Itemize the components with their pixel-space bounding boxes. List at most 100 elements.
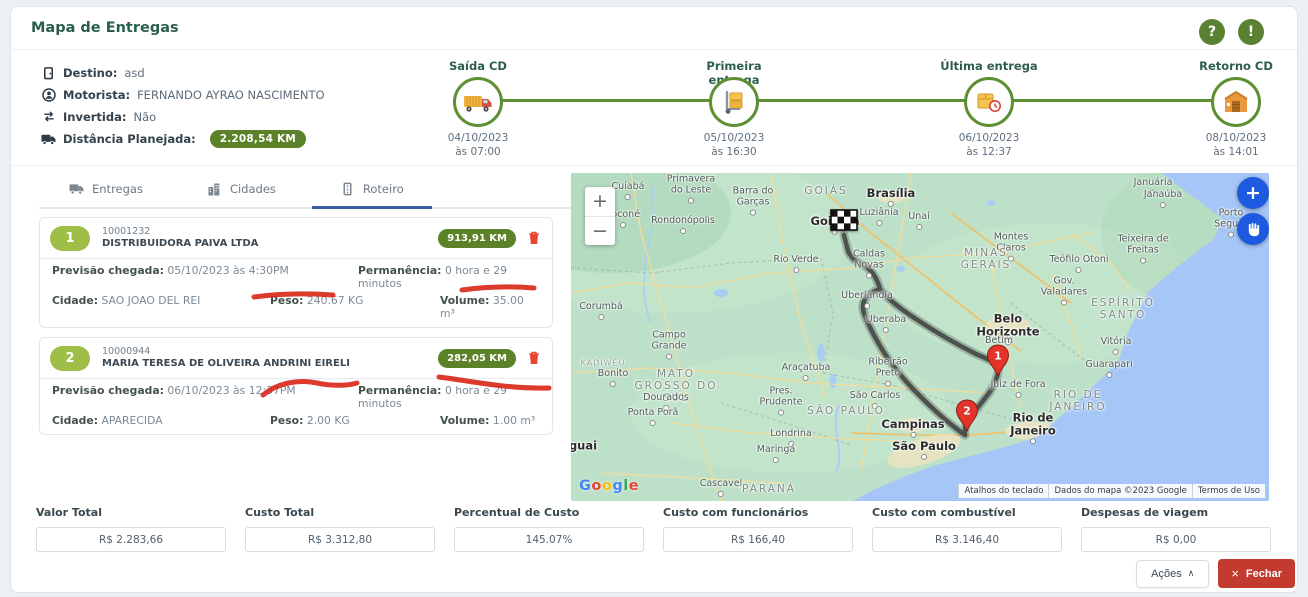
delivery-list: 1 10001232 DISTRIBUIDORA PAIVA LTDA 913,…: [39, 217, 553, 435]
header-actions: ? !: [1199, 19, 1264, 45]
arrival-forecast: Previsão chegada: 06/10/2023 às 12:37PM: [52, 384, 358, 410]
stop-number-badge: 2: [50, 346, 90, 371]
trash-icon: [528, 351, 540, 365]
stat-label: Percentual de Custo: [454, 506, 644, 519]
info-icon: [41, 87, 56, 102]
stay-duration: Permanência: 0 hora e 29 minutos: [358, 384, 540, 410]
tab-label: Cidades: [230, 182, 276, 196]
stat-value: R$ 3.312,80: [245, 527, 435, 552]
delivery-card: 1 10001232 DISTRIBUIDORA PAIVA LTDA 913,…: [39, 217, 553, 328]
left-tabbar: Entregas Cidades Roteiro: [39, 175, 601, 209]
timeline-step-circle: [709, 77, 759, 127]
info-icon: [41, 131, 56, 146]
timeline-time: às 07:00: [423, 145, 533, 159]
help-button[interactable]: ?: [1199, 19, 1225, 45]
trip-info-row: Destino: asd: [41, 65, 325, 80]
warehouse-icon: [1223, 89, 1249, 115]
stat-value: R$ 166,40: [663, 527, 853, 552]
map-terrain: [571, 173, 1269, 501]
google-logo-letter: G: [579, 478, 591, 494]
stop-number-badge: 1: [50, 226, 90, 251]
distance-badge: 2.208,54 KM: [210, 130, 306, 148]
stat-value: R$ 3.146,40: [872, 527, 1062, 552]
stat-label: Custo Total: [245, 506, 435, 519]
trash-icon: [528, 231, 540, 245]
timeline-step-circle: [964, 77, 1014, 127]
trip-info-row: Motorista: FERNANDO AYRAO NASCIMENTO: [41, 87, 325, 102]
route-start-flag-marker[interactable]: [830, 209, 858, 237]
close-button[interactable]: × Fechar: [1218, 559, 1295, 588]
customer-code: 10000944: [102, 346, 426, 358]
stat-field: Custo com combustível R$ 3.146,40: [872, 506, 1062, 552]
google-logo[interactable]: Google: [579, 478, 639, 494]
customer-info: 10000944 MARIA TERESA DE OLIVEIRA ANDRIN…: [102, 346, 426, 370]
map-add-button[interactable]: +: [1237, 177, 1269, 209]
customer-name: DISTRIBUIDORA PAIVA LTDA: [102, 238, 426, 251]
tab-label: Roteiro: [363, 182, 404, 196]
road-icon: [341, 182, 354, 196]
stat-field: Percentual de Custo 145.07%: [454, 506, 644, 552]
delete-stop-button[interactable]: [528, 350, 542, 366]
info-value: FERNANDO AYRAO NASCIMENTO: [137, 88, 324, 102]
map-attribution-link[interactable]: Dados do mapa ©2023 Google: [1048, 484, 1191, 498]
driver-icon: [42, 88, 56, 102]
stat-label: Custo com combustível: [872, 506, 1062, 519]
tab-item[interactable]: Roteiro: [340, 175, 404, 207]
map-pan-button[interactable]: [1237, 213, 1269, 245]
delivery-card-body: Previsão chegada: 05/10/2023 às 4:30PM P…: [40, 258, 552, 327]
info-label: Distância Planejada:: [63, 132, 196, 146]
actions-button[interactable]: Ações ∧: [1136, 560, 1209, 588]
map-attribution: Atalhos do tecladoDados do mapa ©2023 Go…: [958, 484, 1265, 498]
stop-pin-marker[interactable]: 2: [955, 399, 979, 433]
info-label: Destino:: [63, 66, 117, 80]
truck-icon: [69, 182, 84, 195]
timeline-date: 08/10/2023: [1181, 131, 1291, 145]
timeline-date: 05/10/2023: [679, 131, 789, 145]
timeline-time: às 16:30: [679, 145, 789, 159]
timeline-step: Primeira entrega 05/10/2023 às 16:30: [679, 59, 789, 159]
map-attribution-link[interactable]: Termos de Uso: [1192, 484, 1265, 498]
section-divider: [11, 165, 1297, 166]
stat-value: R$ 2.283,66: [36, 527, 226, 552]
leg-distance-badge: 282,05 KM: [438, 349, 516, 368]
zoom-out-button[interactable]: −: [585, 217, 615, 246]
stay-duration: Permanência: 0 hora e 29 minutos: [358, 264, 540, 290]
truck-icon: [41, 132, 56, 146]
modal-footer-actions: Ações ∧ × Fechar: [1136, 559, 1295, 588]
timeline-step-circle: [453, 77, 503, 127]
map-canvas[interactable]: Cuiabá Primavera do Leste Barra do Garça…: [571, 173, 1269, 501]
info-icon: [41, 65, 56, 80]
trip-timeline: Saída CD 04/10/2023 às 07:00 Primeira en…: [423, 59, 1291, 155]
arrival-forecast: Previsão chegada: 05/10/2023 às 4:30PM: [52, 264, 358, 290]
map-attribution-link[interactable]: Atalhos do teclado: [958, 484, 1048, 498]
timeline-step: Saída CD 04/10/2023 às 07:00: [423, 59, 533, 159]
tab-label: Entregas: [92, 182, 143, 196]
tab-item[interactable]: Cidades: [207, 175, 276, 207]
alert-button[interactable]: !: [1238, 19, 1264, 45]
tab-icon: [207, 181, 222, 196]
info-value: asd: [124, 66, 144, 80]
timeline-time: às 12:37: [934, 145, 1044, 159]
stat-label: Valor Total: [36, 506, 226, 519]
trip-stats: Valor Total R$ 2.283,66 Custo Total R$ 3…: [36, 506, 1271, 552]
timeline-line: [478, 99, 1233, 102]
zoom-in-button[interactable]: +: [585, 187, 615, 217]
stop-pin-marker[interactable]: 1: [986, 344, 1010, 378]
tab-item[interactable]: Entregas: [69, 175, 143, 207]
google-logo-letter: o: [602, 478, 612, 494]
stat-label: Despesas de viagem: [1081, 506, 1271, 519]
exclamation-icon: !: [1248, 24, 1254, 40]
customer-name: MARIA TERESA DE OLIVEIRA ANDRINI EIRELI: [102, 358, 426, 371]
stop-city: Cidade: SAO JOAO DEL REI: [52, 294, 270, 320]
departure-truck-icon: [463, 90, 493, 114]
door-icon: [42, 66, 55, 80]
stat-field: Valor Total R$ 2.283,66: [36, 506, 226, 552]
google-logo-letter: e: [629, 478, 639, 494]
stop-city: Cidade: APARECIDA: [52, 414, 270, 427]
stat-field: Custo com funcionários R$ 166,40: [663, 506, 853, 552]
delete-stop-button[interactable]: [528, 230, 542, 246]
info-icon: [41, 109, 56, 124]
chevron-up-icon: ∧: [1188, 568, 1195, 579]
handtruck-icon: [721, 89, 747, 115]
timeline-step-title: Saída CD: [423, 59, 533, 74]
